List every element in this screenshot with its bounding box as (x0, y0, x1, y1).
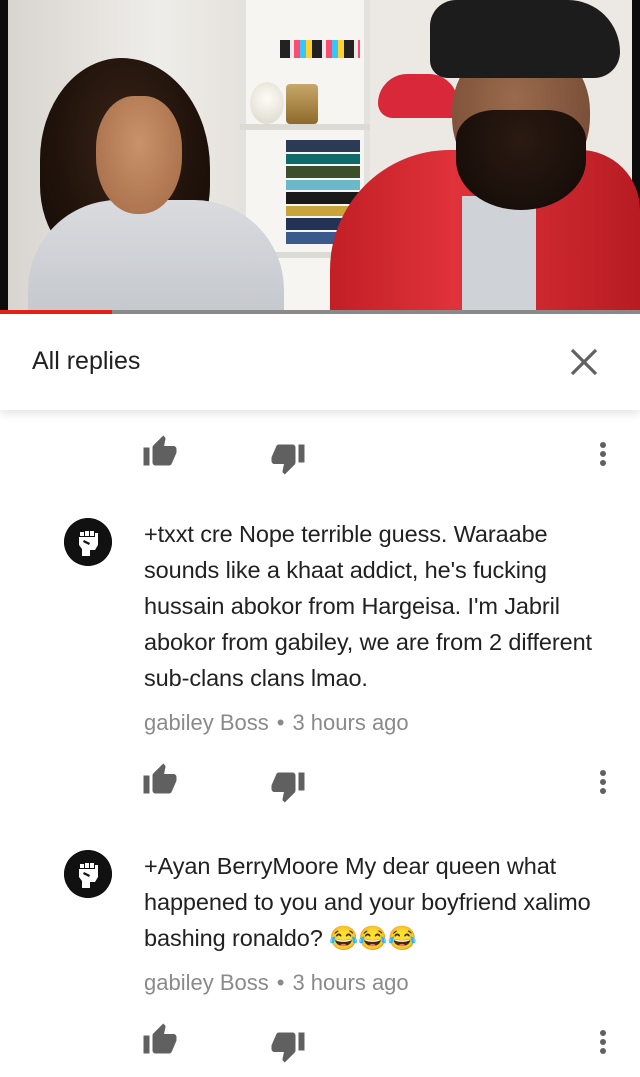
close-button[interactable] (564, 342, 604, 382)
like-button[interactable] (142, 762, 178, 798)
replies-list[interactable]: +txxt cre Nope terrible guess. Waraabe s… (0, 410, 640, 1077)
close-icon (570, 348, 598, 376)
raised-fist-icon (64, 850, 112, 898)
more-options-button[interactable] (590, 434, 616, 474)
comment-time: 3 hours ago (292, 710, 409, 735)
meta-separator: • (276, 710, 285, 735)
thumbs-down-icon (271, 444, 305, 475)
more-vertical-icon (600, 770, 606, 794)
comment-actions (0, 760, 640, 810)
comment-author[interactable]: gabiley Boss (144, 710, 269, 735)
like-button[interactable] (142, 434, 178, 470)
dislike-button[interactable] (270, 440, 306, 476)
person-left-sweater (28, 200, 284, 313)
more-options-button[interactable] (590, 762, 616, 802)
more-vertical-icon (600, 442, 606, 466)
video-frame-edge (0, 0, 8, 313)
video-player[interactable] (0, 0, 640, 313)
comment-author[interactable]: gabiley Boss (144, 970, 269, 995)
person-left-face (96, 96, 182, 214)
dislike-button[interactable] (270, 1028, 306, 1064)
clapperboard-prop (280, 40, 360, 58)
more-vertical-icon (600, 1030, 606, 1054)
dislike-button[interactable] (270, 768, 306, 804)
comment-meta: gabiley Boss • 3 hours ago (144, 970, 409, 996)
thumbs-up-icon (143, 763, 177, 794)
avatar[interactable] (64, 850, 112, 898)
comment-meta: gabiley Boss • 3 hours ago (144, 710, 409, 736)
meta-separator: • (276, 970, 285, 995)
lamp-prop (250, 82, 284, 124)
person-right-shirt (462, 196, 536, 313)
comment-actions (0, 432, 640, 482)
thumbs-up-icon (143, 1023, 177, 1054)
thumbs-up-icon (143, 435, 177, 466)
person-right-beard (456, 110, 586, 210)
comment-text: +txxt cre Nope terrible guess. Waraabe s… (144, 521, 592, 691)
person-right-cap (430, 0, 620, 78)
replies-header: All replies (0, 314, 640, 410)
jar-prop (286, 84, 318, 124)
shelf-board (240, 124, 370, 130)
thumbs-down-icon (271, 1032, 305, 1063)
red-cap-prop (378, 74, 458, 118)
comment-text: +Ayan BerryMoore My dear queen what happ… (144, 853, 591, 951)
avatar[interactable] (64, 518, 112, 566)
more-options-button[interactable] (590, 1022, 616, 1062)
replies-title: All replies (32, 347, 141, 375)
raised-fist-icon (64, 518, 112, 566)
comment-time: 3 hours ago (292, 970, 409, 995)
comment-actions (0, 1020, 640, 1070)
thumbs-down-icon (271, 772, 305, 803)
like-button[interactable] (142, 1022, 178, 1058)
